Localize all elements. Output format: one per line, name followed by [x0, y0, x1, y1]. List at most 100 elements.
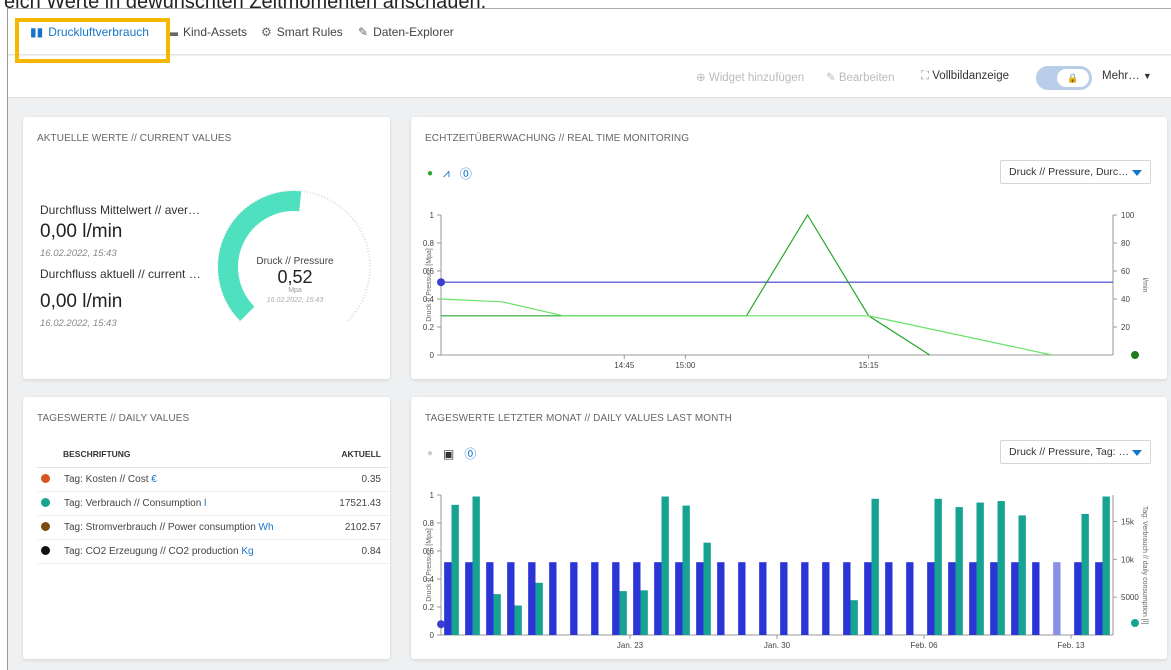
pressure-bar[interactable]: [948, 562, 956, 635]
consumption-bar[interactable]: [703, 542, 711, 635]
pressure-bar[interactable]: [801, 562, 809, 635]
row-label-cell: Tag: CO2 Erzeugung // CO2 production Kg: [37, 539, 307, 564]
pressure-bar[interactable]: [717, 562, 725, 635]
pressure-bar[interactable]: [444, 562, 452, 635]
pressure-bar[interactable]: [906, 562, 914, 635]
pressure-bar[interactable]: [1095, 562, 1103, 635]
pressure-bar[interactable]: [1074, 562, 1082, 635]
consumption-bar[interactable]: [976, 502, 984, 635]
pressure-bar[interactable]: [864, 562, 872, 635]
line-chart-icon[interactable]: ⩘: [443, 166, 450, 181]
lock-icon: 🔒: [1057, 69, 1089, 87]
pressure-bar[interactable]: [507, 562, 515, 635]
pressure-bar[interactable]: [654, 562, 662, 635]
y-axis-label: Druck // Pressure [Mpa]: [426, 248, 433, 322]
consumption-bar[interactable]: [514, 605, 522, 635]
y-tick-label: 0: [430, 631, 435, 640]
live-dot-icon[interactable]: ●: [427, 168, 433, 179]
left-axis-marker[interactable]: [437, 278, 445, 287]
left-axis-marker[interactable]: [437, 620, 445, 629]
pressure-bar[interactable]: [990, 562, 998, 635]
x-tick-label: 15:00: [675, 361, 696, 370]
consumption-bar[interactable]: [1081, 513, 1089, 635]
gauge-time: 16.02.2022, 15:43: [266, 297, 324, 304]
pressure-bar[interactable]: [759, 562, 767, 635]
explorer-icon: ✎: [358, 25, 369, 39]
x-tick-label: 15:15: [859, 361, 880, 370]
row-unit: Wh: [258, 522, 274, 533]
pressure-bar[interactable]: [591, 562, 599, 635]
pressure-bar[interactable]: [465, 562, 473, 635]
tab-kind-assets[interactable]: ▬ Kind-Assets: [166, 25, 247, 39]
inactive-dot-icon[interactable]: ●: [427, 448, 433, 459]
help-icon[interactable]: ⓪: [464, 445, 476, 462]
tab-daten-explorer[interactable]: ✎ Daten-Explorer: [358, 25, 454, 39]
consumption-bar[interactable]: [535, 582, 543, 635]
pressure-bar[interactable]: [549, 562, 557, 635]
consumption-bar[interactable]: [934, 498, 942, 635]
calendar-icon[interactable]: ▣: [443, 447, 454, 461]
edit-button[interactable]: ✎ Bearbeiten: [826, 70, 894, 84]
pressure-bar[interactable]: [633, 562, 641, 635]
right-axis-marker[interactable]: [1131, 351, 1139, 359]
monthly-series-dropdown[interactable]: Druck // Pressure, Tag: …: [1000, 440, 1151, 464]
consumption-bar[interactable]: [850, 600, 858, 635]
tab-smart-rules[interactable]: ⚙ Smart Rules: [261, 25, 343, 39]
consumption-bar[interactable]: [682, 505, 690, 635]
pressure-bar[interactable]: [927, 562, 935, 635]
pressure-bar[interactable]: [843, 562, 851, 635]
lock-toggle[interactable]: 🔒: [1036, 66, 1092, 90]
consumption-bar[interactable]: [493, 594, 501, 635]
dropdown-label: Druck // Pressure, Tag: …: [1009, 446, 1130, 458]
edit-label: Bearbeiten: [838, 72, 895, 84]
consumption-bar[interactable]: [1102, 496, 1110, 635]
row-value: 0.84: [306, 539, 389, 564]
pressure-bar[interactable]: [780, 562, 788, 635]
consumption-bar[interactable]: [640, 590, 648, 635]
pressure-bar[interactable]: [1053, 562, 1061, 635]
pressure-bar[interactable]: [696, 562, 704, 635]
realtime-series-dropdown[interactable]: Druck // Pressure, Durc…: [1000, 160, 1151, 184]
consumption-bar[interactable]: [997, 501, 1005, 635]
series-color-dot: [41, 498, 50, 507]
add-widget-button[interactable]: ⊕ Widget hinzufügen: [696, 70, 804, 84]
x-tick-label: Feb. 06: [910, 641, 938, 650]
avg-flow-value: 0,00 l/min: [40, 221, 123, 242]
consumption-bar[interactable]: [955, 507, 963, 635]
right-axis-marker[interactable]: [1131, 619, 1139, 627]
y2-tick-label: 80: [1121, 239, 1130, 248]
consumption-bar[interactable]: [619, 591, 627, 635]
y-tick-label: 0.2: [423, 323, 435, 332]
pressure-bar[interactable]: [528, 562, 536, 635]
y-tick-label: 0.8: [423, 519, 435, 528]
consumption-bar[interactable]: [871, 498, 879, 635]
pressure-bar[interactable]: [675, 562, 683, 635]
highlight-box: [15, 18, 170, 63]
more-menu[interactable]: Mehr… ▼: [1102, 70, 1152, 82]
fullscreen-button[interactable]: ⛶ Vollbildanzeige: [921, 70, 1009, 83]
consumption-bar[interactable]: [472, 496, 480, 635]
pressure-bar[interactable]: [1032, 562, 1040, 635]
y-axis-label: Druck // Pressure [Mpa]: [426, 528, 433, 602]
pressure-bar[interactable]: [885, 562, 893, 635]
series-color-dot: [41, 546, 50, 555]
realtime-chart: 00.20.40.60.812040608010014:45 15:00 15:15…: [423, 211, 1148, 370]
series-color-dot: [41, 522, 50, 531]
consumption-bar[interactable]: [1018, 515, 1026, 635]
pressure-bar[interactable]: [822, 562, 830, 635]
pressure-bar[interactable]: [738, 562, 746, 635]
pressure-bar[interactable]: [486, 562, 494, 635]
row-label: Tag: CO2 Erzeugung // CO2 production: [64, 546, 242, 557]
consumption-bar[interactable]: [451, 504, 459, 635]
action-bar: ⊕ Widget hinzufügen ✎ Bearbeiten ⛶ Vollb…: [8, 56, 1171, 98]
help-icon[interactable]: ⓪: [460, 165, 472, 182]
pressure-bar[interactable]: [612, 562, 620, 635]
pressure-bar[interactable]: [570, 562, 578, 635]
consumption-bar[interactable]: [661, 496, 669, 635]
pressure-bar[interactable]: [1011, 562, 1019, 635]
pressure-bar[interactable]: [969, 562, 977, 635]
row-value: 0.35: [306, 467, 389, 492]
monthly-icon-row: ● ▣ ⓪: [427, 445, 476, 462]
realtime-icon-row: ● ⩘ ⓪: [427, 165, 472, 182]
more-label: Mehr…: [1102, 70, 1140, 82]
